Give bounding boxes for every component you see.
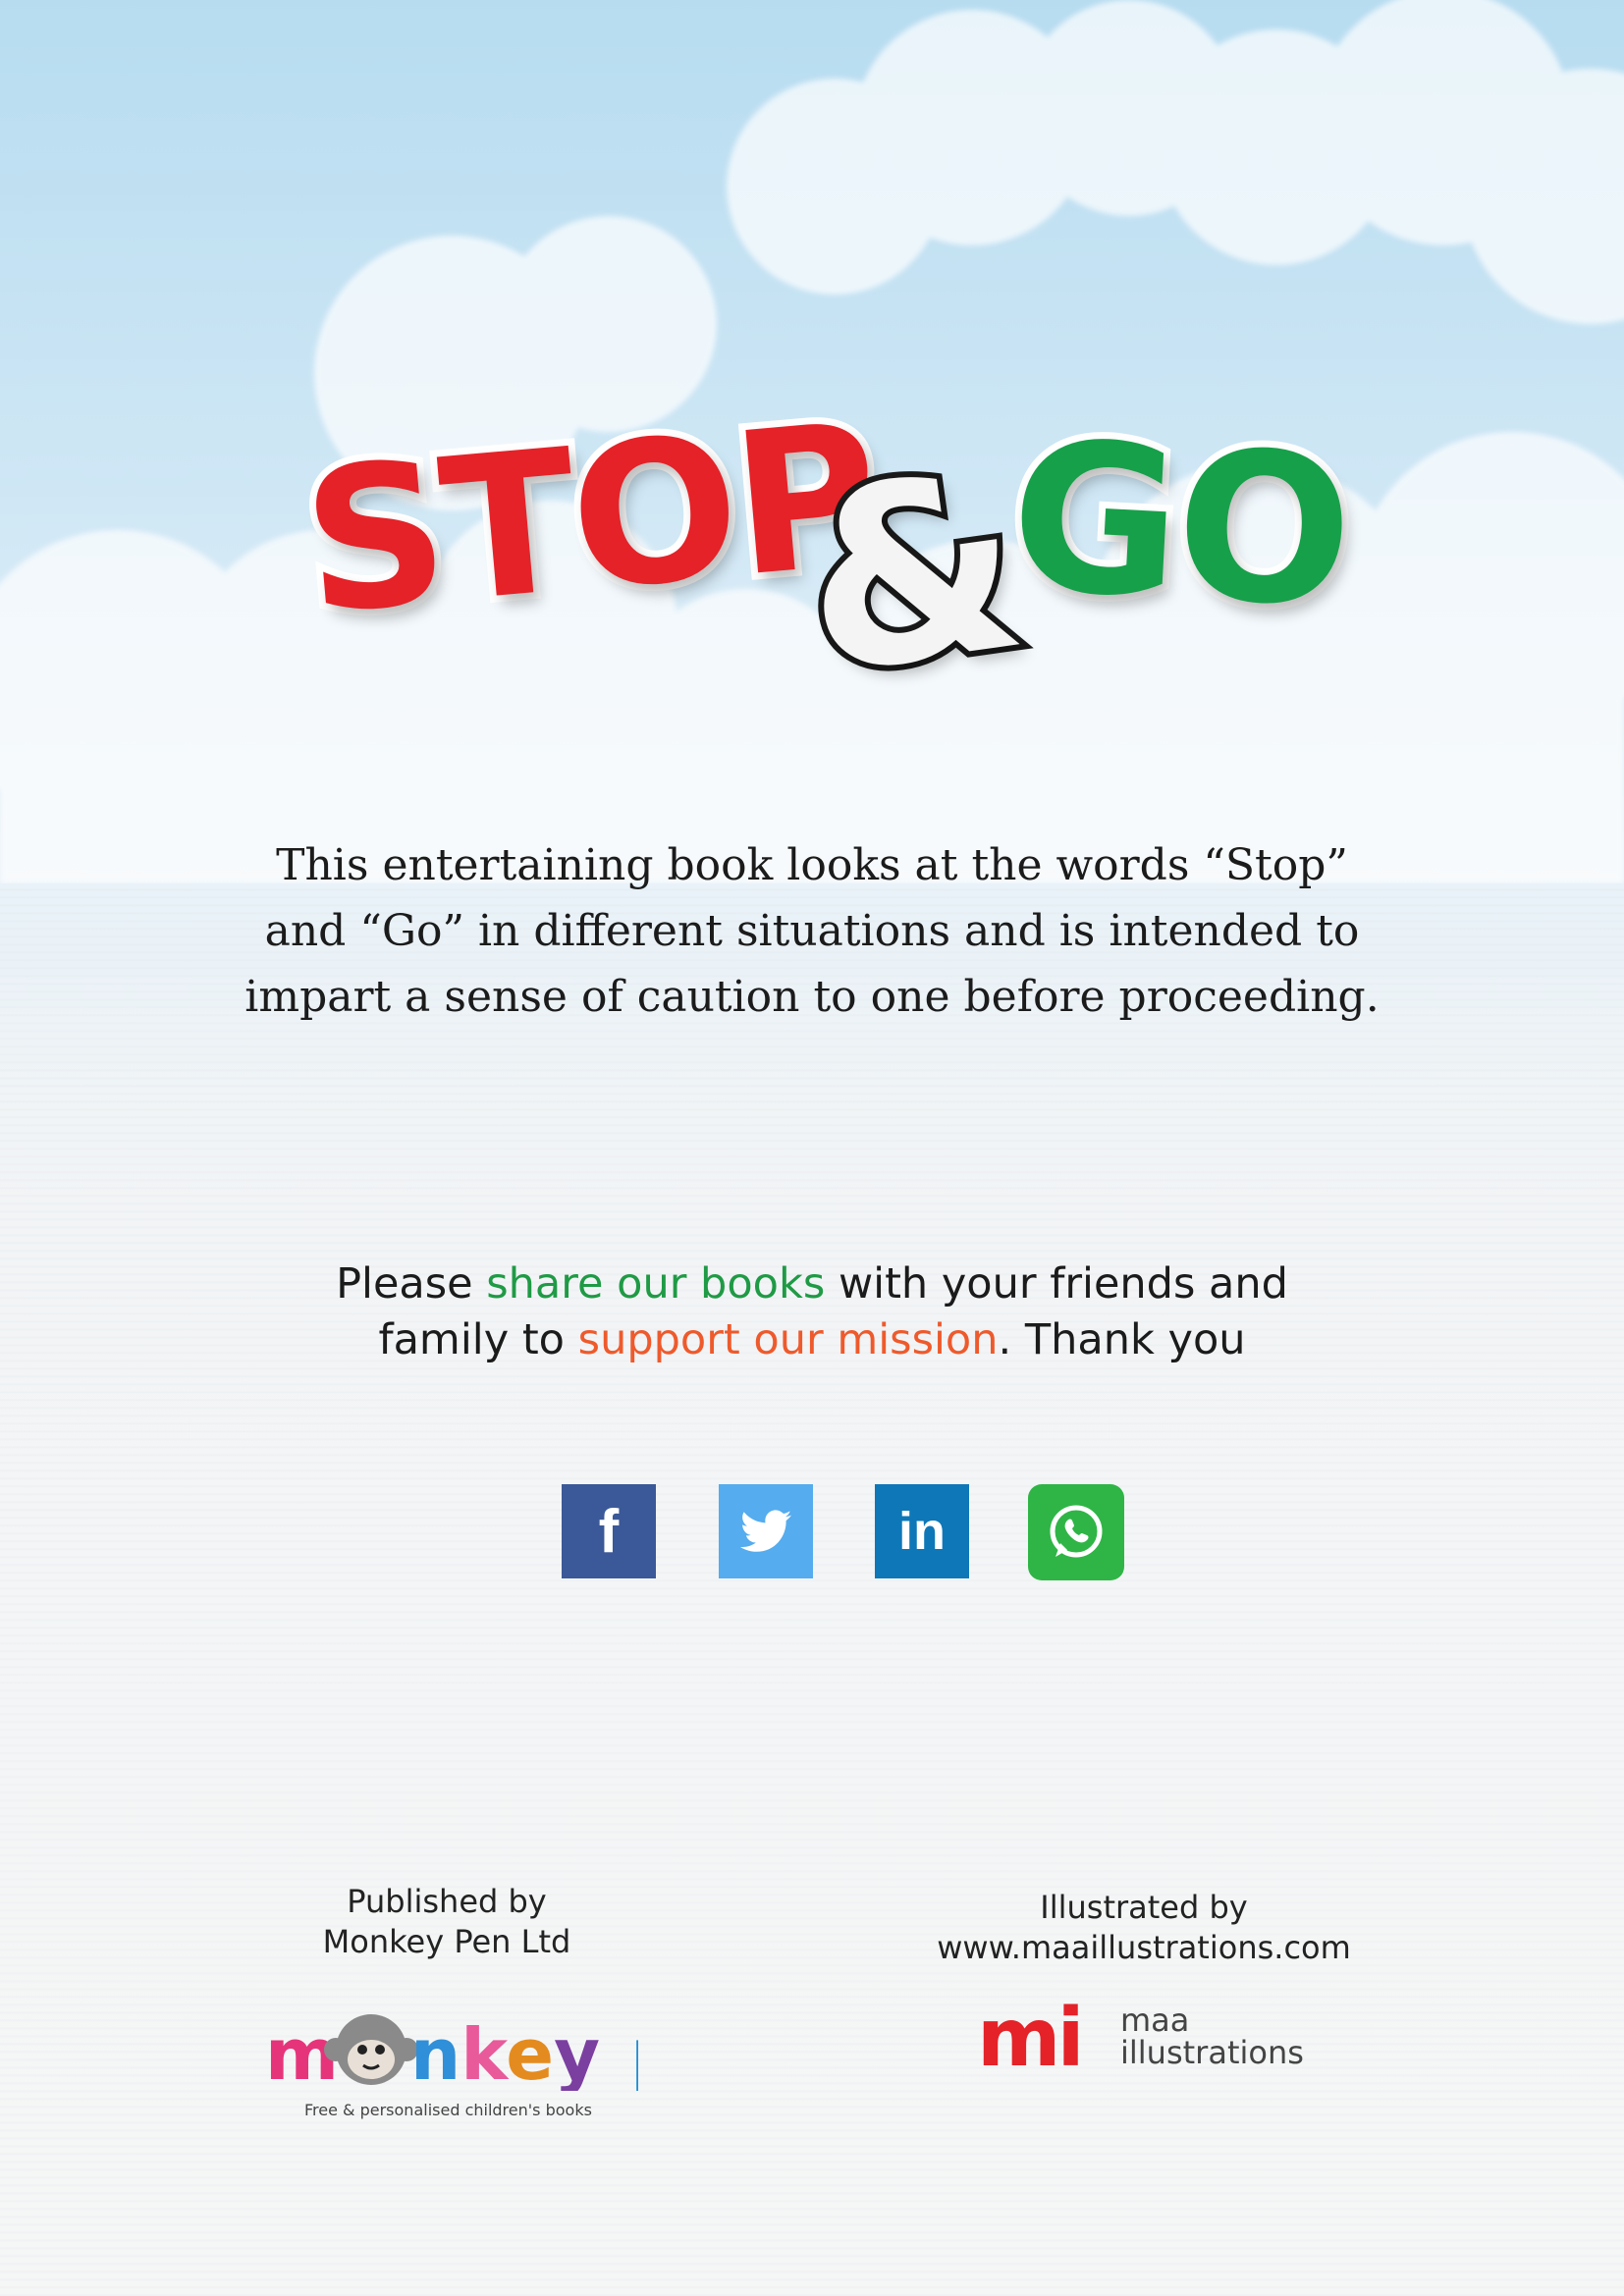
description-line: and “Go” in different situations and is …: [264, 906, 1360, 956]
illustrated-by-label: Illustrated by: [1040, 1889, 1248, 1926]
description-line: This entertaining book looks at the word…: [276, 840, 1348, 890]
monkey-pen-wordmark: m nkey pen: [265, 2013, 638, 2091]
share-text: with your friends and: [825, 1259, 1288, 1308]
monkey-pen-tagline: Free & personalised children's books: [304, 2101, 592, 2119]
support-mission-link[interactable]: support our mission: [578, 1315, 999, 1364]
publisher-credit: Published by Monkey Pen Ltd: [250, 1882, 643, 1962]
linkedin-share-button[interactable]: in: [875, 1484, 969, 1578]
linkedin-icon: in: [898, 1502, 946, 1561]
share-text: Please: [336, 1259, 487, 1308]
logo-word-go: GO: [999, 389, 1361, 661]
share-message: Please share our books with your friends…: [223, 1256, 1401, 1368]
share-text: family to: [378, 1315, 578, 1364]
monkey-pen-logo: m nkey pen Free & personalised children'…: [265, 1993, 638, 2120]
mi-mark: mi: [977, 1992, 1085, 2085]
paper-texture: [0, 883, 1624, 2296]
illustrator-url[interactable]: www.maaillustrations.com: [937, 1929, 1351, 1966]
published-by-label: Published by: [347, 1883, 547, 1920]
share-text: . Thank you: [998, 1315, 1246, 1364]
stop-and-go-logo: STOP & GO: [289, 374, 1361, 736]
twitter-icon: [740, 1510, 791, 1552]
share-books-link[interactable]: share our books: [486, 1259, 825, 1308]
svg-text:nkey pen: nkey pen: [410, 2013, 638, 2091]
logo-line-illustrations: illustrations: [1120, 2034, 1304, 2071]
logo-ampersand: &: [781, 412, 1040, 736]
description-line: impart a sense of caution to one before …: [244, 972, 1380, 1022]
book-description: This entertaining book looks at the word…: [196, 832, 1428, 1030]
logo-word-stop: STOP: [289, 374, 891, 666]
twitter-share-button[interactable]: [719, 1484, 813, 1578]
facebook-share-button[interactable]: f: [562, 1484, 656, 1578]
maa-illustrations-logo: mi maa illustrations: [977, 1992, 1311, 2085]
whatsapp-share-button[interactable]: [1028, 1484, 1124, 1580]
facebook-icon: f: [598, 1497, 620, 1566]
maa-illustrations-name: maa illustrations: [1120, 2004, 1304, 2069]
publisher-name: Monkey Pen Ltd: [322, 1923, 571, 1960]
illustrator-credit: Illustrated by www.maaillustrations.com: [903, 1888, 1384, 1968]
whatsapp-icon: [1050, 1505, 1103, 1558]
